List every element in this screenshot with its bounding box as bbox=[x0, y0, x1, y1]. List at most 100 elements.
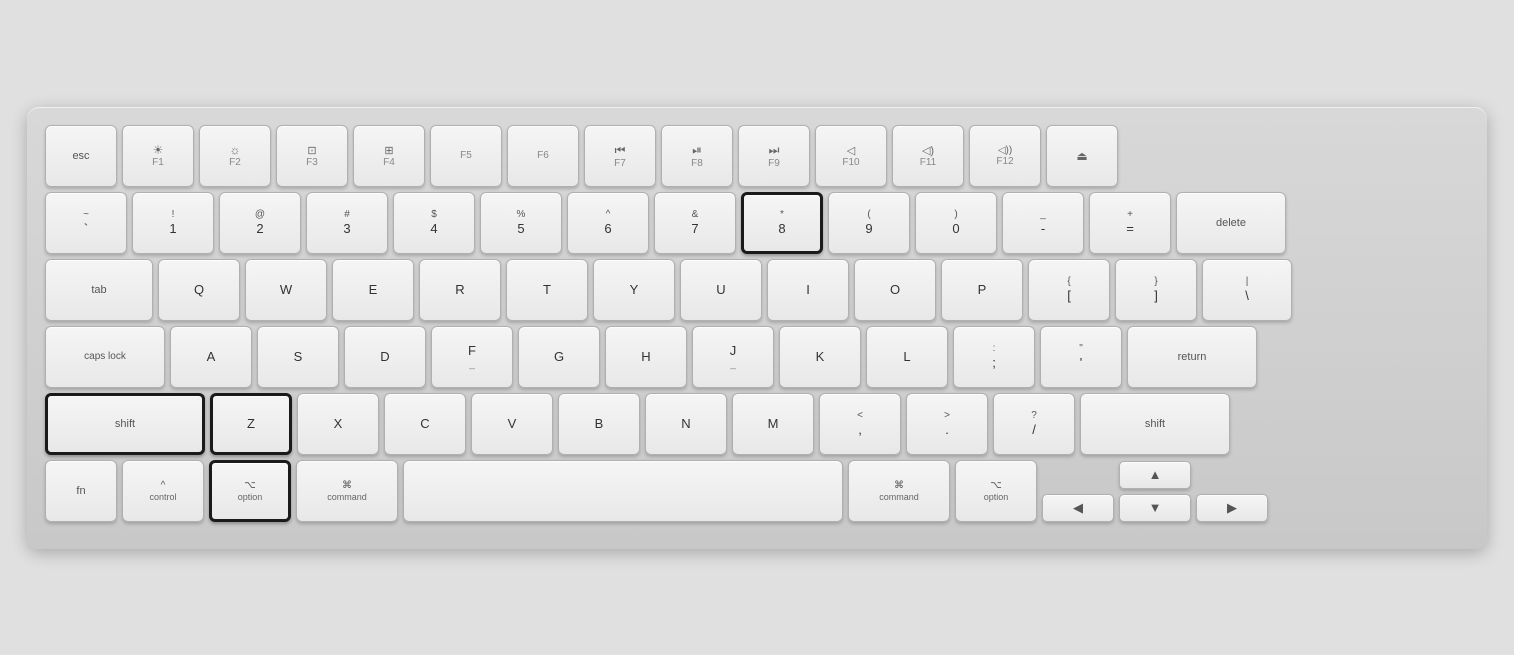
key-lbracket[interactable]: { [ bbox=[1028, 259, 1110, 321]
key-t[interactable]: T bbox=[506, 259, 588, 321]
key-backslash[interactable]: | \ bbox=[1202, 259, 1292, 321]
key-o[interactable]: O bbox=[854, 259, 936, 321]
key-v[interactable]: V bbox=[471, 393, 553, 455]
j-sub: _ bbox=[730, 359, 736, 370]
f-sub: _ bbox=[469, 359, 475, 370]
key-8[interactable]: * 8 bbox=[741, 192, 823, 254]
key-r[interactable]: R bbox=[419, 259, 501, 321]
f1-label: F1 bbox=[152, 157, 164, 168]
key-w[interactable]: W bbox=[245, 259, 327, 321]
key-m[interactable]: M bbox=[732, 393, 814, 455]
0-main: 0 bbox=[952, 221, 959, 237]
w-main: W bbox=[280, 282, 292, 298]
7-top: & bbox=[692, 209, 699, 221]
key-g[interactable]: G bbox=[518, 326, 600, 388]
key-f[interactable]: F _ bbox=[431, 326, 513, 388]
key-d[interactable]: D bbox=[344, 326, 426, 388]
4-main: 4 bbox=[430, 221, 437, 237]
key-x[interactable]: X bbox=[297, 393, 379, 455]
key-equals[interactable]: + = bbox=[1089, 192, 1171, 254]
key-7[interactable]: & 7 bbox=[654, 192, 736, 254]
key-k[interactable]: K bbox=[779, 326, 861, 388]
key-u[interactable]: U bbox=[680, 259, 762, 321]
key-command-right[interactable]: ⌘ command bbox=[848, 460, 950, 522]
key-semicolon[interactable]: : ; bbox=[953, 326, 1035, 388]
key-e[interactable]: E bbox=[332, 259, 414, 321]
key-arrow-up[interactable]: ▲ bbox=[1119, 461, 1191, 489]
key-arrow-down[interactable]: ▼ bbox=[1119, 494, 1191, 522]
key-control[interactable]: ^ control bbox=[122, 460, 204, 522]
key-f12[interactable]: ◁)) F12 bbox=[969, 125, 1041, 187]
key-option-left[interactable]: ⌥ option bbox=[209, 460, 291, 522]
key-quote[interactable]: " ' bbox=[1040, 326, 1122, 388]
5-top: % bbox=[517, 209, 526, 221]
key-i[interactable]: I bbox=[767, 259, 849, 321]
key-f7[interactable]: ⏮ F7 bbox=[584, 125, 656, 187]
key-3[interactable]: # 3 bbox=[306, 192, 388, 254]
key-tab[interactable]: tab bbox=[45, 259, 153, 321]
key-esc[interactable]: esc bbox=[45, 125, 117, 187]
key-minus[interactable]: _ - bbox=[1002, 192, 1084, 254]
m-main: M bbox=[768, 416, 779, 432]
quote-top: " bbox=[1079, 343, 1083, 355]
key-y[interactable]: Y bbox=[593, 259, 675, 321]
key-f6[interactable]: F6 bbox=[507, 125, 579, 187]
key-slash[interactable]: ? / bbox=[993, 393, 1075, 455]
key-s[interactable]: S bbox=[257, 326, 339, 388]
key-f3[interactable]: ⊡ F3 bbox=[276, 125, 348, 187]
key-f10[interactable]: ◁ F10 bbox=[815, 125, 887, 187]
key-fn[interactable]: fn bbox=[45, 460, 117, 522]
key-f5[interactable]: F5 bbox=[430, 125, 502, 187]
key-period[interactable]: > . bbox=[906, 393, 988, 455]
key-eject[interactable]: ⏏ bbox=[1046, 125, 1118, 187]
key-6[interactable]: ^ 6 bbox=[567, 192, 649, 254]
key-f9[interactable]: ⏭ F9 bbox=[738, 125, 810, 187]
f3-label: F3 bbox=[306, 157, 318, 168]
key-f2[interactable]: ☼ F2 bbox=[199, 125, 271, 187]
8-main: 8 bbox=[778, 221, 785, 237]
key-p[interactable]: P bbox=[941, 259, 1023, 321]
key-a[interactable]: A bbox=[170, 326, 252, 388]
key-l[interactable]: L bbox=[866, 326, 948, 388]
key-n[interactable]: N bbox=[645, 393, 727, 455]
key-b[interactable]: B bbox=[558, 393, 640, 455]
key-space[interactable] bbox=[403, 460, 843, 522]
key-delete[interactable]: delete bbox=[1176, 192, 1286, 254]
key-arrow-left[interactable]: ◀ bbox=[1042, 494, 1114, 522]
key-f11[interactable]: ◁) F11 bbox=[892, 125, 964, 187]
key-capslock[interactable]: caps lock bbox=[45, 326, 165, 388]
f3-icon: ⊡ bbox=[307, 144, 316, 157]
key-2[interactable]: @ 2 bbox=[219, 192, 301, 254]
key-f4[interactable]: ⊞ F4 bbox=[353, 125, 425, 187]
backslash-main: \ bbox=[1245, 288, 1249, 304]
key-command-left[interactable]: ⌘ command bbox=[296, 460, 398, 522]
key-shift-right[interactable]: shift bbox=[1080, 393, 1230, 455]
key-c[interactable]: C bbox=[384, 393, 466, 455]
key-arrow-right[interactable]: ▶ bbox=[1196, 494, 1268, 522]
key-q[interactable]: Q bbox=[158, 259, 240, 321]
key-tilde[interactable]: ~ ` bbox=[45, 192, 127, 254]
period-top: > bbox=[944, 410, 950, 422]
key-z[interactable]: Z bbox=[210, 393, 292, 455]
key-f8[interactable]: ⏯ F8 bbox=[661, 125, 733, 187]
key-h[interactable]: H bbox=[605, 326, 687, 388]
equals-main: = bbox=[1126, 221, 1134, 237]
key-rbracket[interactable]: } ] bbox=[1115, 259, 1197, 321]
equals-top: + bbox=[1127, 209, 1133, 221]
key-5[interactable]: % 5 bbox=[480, 192, 562, 254]
f10-label: F10 bbox=[842, 157, 859, 168]
key-comma[interactable]: < , bbox=[819, 393, 901, 455]
key-4[interactable]: $ 4 bbox=[393, 192, 475, 254]
f4-label: F4 bbox=[383, 157, 395, 168]
key-return[interactable]: return bbox=[1127, 326, 1257, 388]
key-shift-left[interactable]: shift bbox=[45, 393, 205, 455]
f2-icon: ☼ bbox=[230, 143, 241, 157]
key-f1[interactable]: ☀ F1 bbox=[122, 125, 194, 187]
key-option-right[interactable]: ⌥ option bbox=[955, 460, 1037, 522]
7-main: 7 bbox=[691, 221, 698, 237]
key-1[interactable]: ! 1 bbox=[132, 192, 214, 254]
lbracket-main: [ bbox=[1067, 288, 1071, 304]
key-9[interactable]: ( 9 bbox=[828, 192, 910, 254]
key-j[interactable]: J _ bbox=[692, 326, 774, 388]
key-0[interactable]: ) 0 bbox=[915, 192, 997, 254]
